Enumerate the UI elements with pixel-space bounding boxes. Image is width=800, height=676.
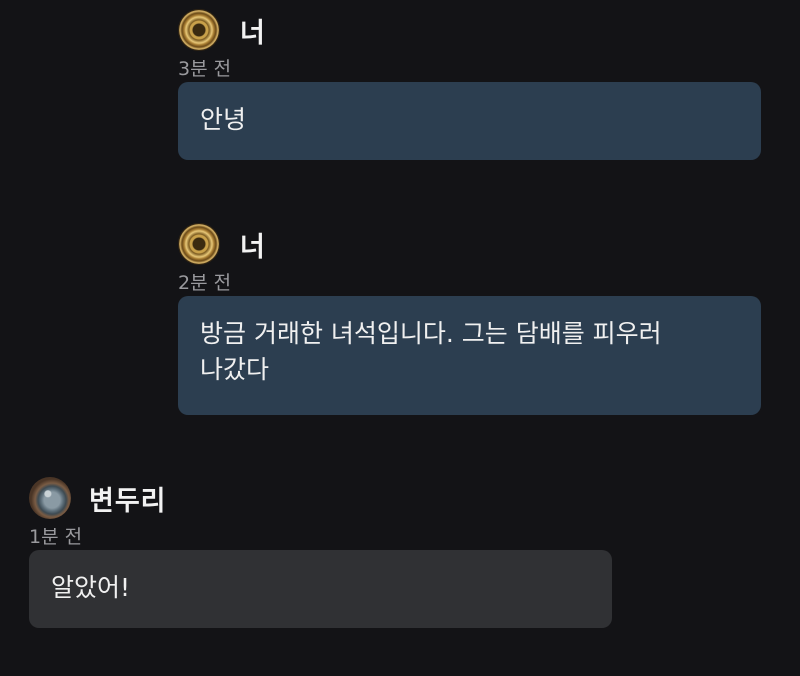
message-outgoing: 너 3분 전 안녕 — [178, 8, 761, 160]
message-header: 너 — [178, 222, 761, 266]
message-bubble[interactable]: 방금 거래한 녀석입니다. 그는 담배를 피우러 나갔다 — [178, 296, 761, 415]
avatar[interactable] — [29, 477, 71, 519]
message-outgoing: 너 2분 전 방금 거래한 녀석입니다. 그는 담배를 피우러 나갔다 — [178, 222, 761, 415]
message-timestamp: 3분 전 — [178, 58, 232, 80]
message-timestamp: 2분 전 — [178, 272, 232, 294]
sender-name[interactable]: 변두리 — [89, 479, 167, 518]
chat-thread: 너 3분 전 안녕 너 2분 전 방금 거래한 녀석입니다. 그는 담배를 피우… — [0, 0, 800, 676]
message-header: 너 — [178, 8, 761, 52]
message-incoming: 변두리 1분 전 알았어! — [29, 476, 612, 628]
message-timestamp: 1분 전 — [29, 526, 83, 548]
message-bubble[interactable]: 알았어! — [29, 550, 612, 628]
sender-name[interactable]: 너 — [240, 11, 266, 50]
message-header: 변두리 — [29, 476, 612, 520]
sender-name[interactable]: 너 — [240, 225, 266, 264]
avatar[interactable] — [178, 9, 220, 51]
message-bubble[interactable]: 안녕 — [178, 82, 761, 160]
avatar[interactable] — [178, 223, 220, 265]
